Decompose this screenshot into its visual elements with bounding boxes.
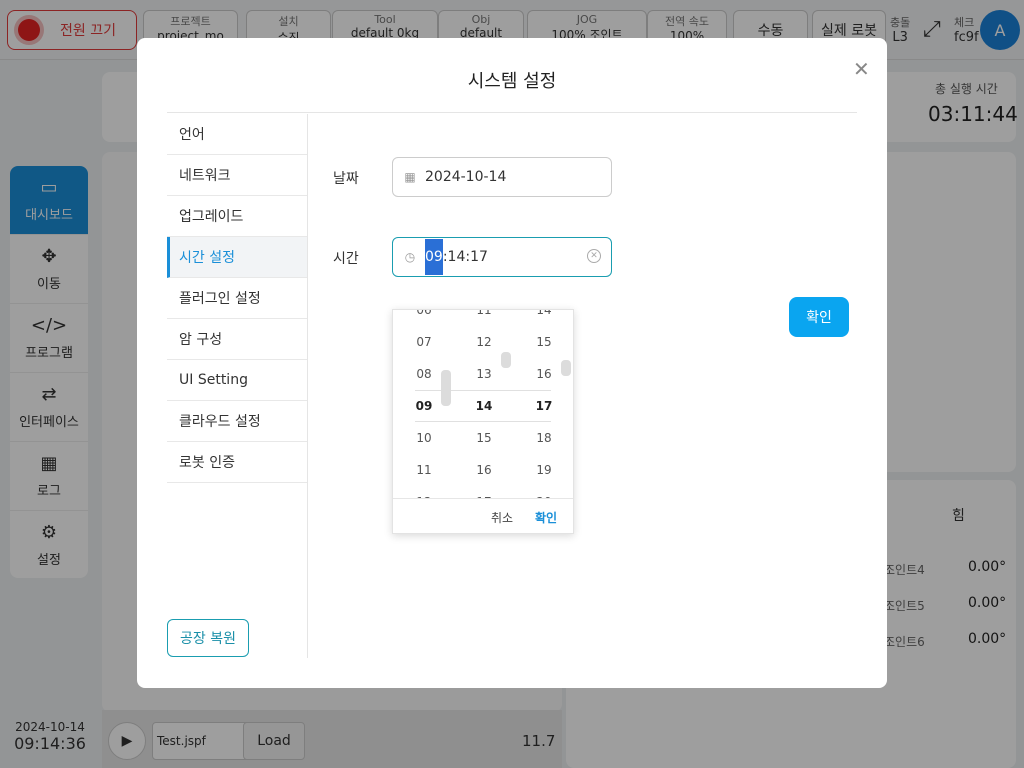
second-column[interactable]: 14 15 16 17 18 19 20 — [524, 310, 564, 498]
menu-item-ui-setting[interactable]: UI Setting — [167, 360, 307, 401]
time-picker-columns: 06 07 08 09 10 11 12 11 12 13 14 15 16 1… — [393, 310, 573, 498]
time-picker-footer: 취소 확인 — [393, 498, 573, 534]
hour-option[interactable]: 06 — [404, 310, 444, 326]
clock-icon: ◷ — [404, 250, 416, 264]
divider — [167, 112, 857, 113]
date-value: 2024-10-14 — [425, 169, 507, 185]
second-option[interactable]: 16 — [524, 358, 564, 390]
minute-option[interactable]: 13 — [464, 358, 504, 390]
minute-option[interactable]: 17 — [464, 486, 504, 498]
settings-menu: 언어 네트워크 업그레이드 시간 설정 플러그인 설정 암 구성 UI Sett… — [167, 114, 307, 483]
second-option[interactable]: 14 — [524, 310, 564, 326]
menu-item-upgrade[interactable]: 업그레이드 — [167, 196, 307, 237]
date-label: 날짜 — [333, 171, 359, 187]
minute-column[interactable]: 11 12 13 14 15 16 17 — [464, 310, 504, 498]
divider — [307, 114, 308, 658]
minute-option[interactable]: 15 — [464, 422, 504, 454]
clear-icon[interactable]: ✕ — [587, 249, 601, 263]
time-label: 시간 — [333, 251, 359, 267]
menu-item-arm-config[interactable]: 암 구성 — [167, 319, 307, 360]
date-input[interactable]: ▦ 2024-10-14 — [392, 157, 612, 197]
second-option[interactable]: 19 — [524, 454, 564, 486]
menu-item-language[interactable]: 언어 — [167, 114, 307, 155]
hour-option[interactable]: 07 — [404, 326, 444, 358]
second-option[interactable]: 20 — [524, 486, 564, 498]
menu-item-network[interactable]: 네트워크 — [167, 155, 307, 196]
hour-column[interactable]: 06 07 08 09 10 11 12 — [404, 310, 444, 498]
second-option[interactable]: 18 — [524, 422, 564, 454]
second-scrollbar[interactable] — [561, 360, 571, 376]
picker-ok-button[interactable]: 확인 — [535, 509, 557, 526]
hour-option[interactable]: 08 — [404, 358, 444, 390]
second-option[interactable]: 15 — [524, 326, 564, 358]
factory-reset-button[interactable]: 공장 복원 — [167, 619, 249, 657]
minute-scrollbar[interactable] — [501, 352, 511, 368]
second-option-selected[interactable]: 17 — [524, 390, 564, 422]
hour-option[interactable]: 12 — [404, 486, 444, 498]
hour-option-selected[interactable]: 09 — [404, 390, 444, 422]
dialog-title: 시스템 설정 — [467, 71, 557, 92]
menu-item-plugin-settings[interactable]: 플러그인 설정 — [167, 278, 307, 319]
menu-item-cloud-settings[interactable]: 클라우드 설정 — [167, 401, 307, 442]
menu-item-robot-auth[interactable]: 로봇 인증 — [167, 442, 307, 483]
close-icon[interactable]: ✕ — [853, 57, 870, 81]
time-picker-panel: 06 07 08 09 10 11 12 11 12 13 14 15 16 1… — [392, 309, 574, 534]
hour-option[interactable]: 10 — [404, 422, 444, 454]
calendar-icon: ▦ — [404, 170, 416, 184]
menu-item-time-settings[interactable]: 시간 설정 — [167, 237, 307, 278]
picker-cancel-button[interactable]: 취소 — [491, 509, 513, 526]
minute-option-selected[interactable]: 14 — [464, 390, 504, 422]
time-hour-selected: 09 — [425, 239, 443, 275]
minute-option[interactable]: 12 — [464, 326, 504, 358]
hour-scrollbar[interactable] — [441, 370, 451, 406]
hour-option[interactable]: 11 — [404, 454, 444, 486]
time-rest: :14:17 — [442, 249, 488, 265]
time-input[interactable]: ◷ 09:14:17 ✕ — [392, 237, 612, 277]
minute-option[interactable]: 16 — [464, 454, 504, 486]
confirm-button[interactable]: 확인 — [789, 297, 849, 337]
minute-option[interactable]: 11 — [464, 310, 504, 326]
